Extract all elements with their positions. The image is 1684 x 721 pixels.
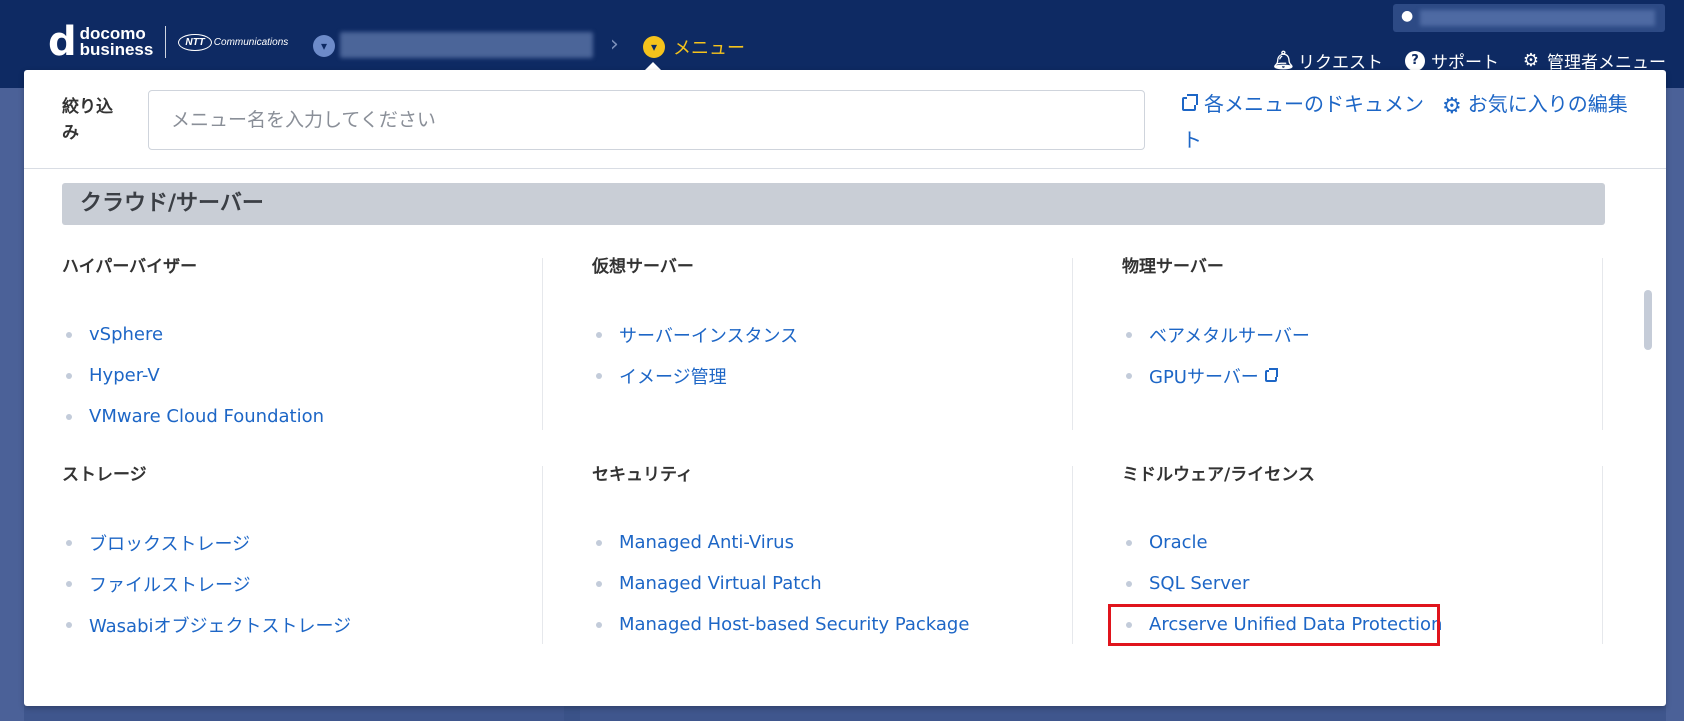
- bullet-icon: [596, 331, 602, 338]
- menu-item-wasabi-object-storage[interactable]: Wasabiオブジェクトストレージ: [62, 604, 542, 645]
- menu-item-arcserve-udp[interactable]: Arcserve Unified Data Protection: [1122, 604, 1602, 645]
- category-title: 仮想サーバー: [592, 257, 694, 277]
- category-items: ベアメタルサーバー GPUサーバー: [1122, 314, 1602, 396]
- bullet-icon: [66, 621, 72, 628]
- menu-search-input[interactable]: [148, 90, 1145, 150]
- logo-divider: [165, 26, 167, 58]
- edit-favorites-link[interactable]: ⚙ お気に入りの編集: [1442, 86, 1642, 125]
- column-divider: [1602, 258, 1603, 430]
- menu-item-gpu-server[interactable]: GPUサーバー: [1122, 355, 1602, 396]
- menu-toggle-button[interactable]: ▾ メニュー: [643, 34, 745, 60]
- bell-icon: 🔔︎: [1272, 49, 1295, 71]
- category-middleware-license: ミドルウェア/ライセンス Oracle SQL Server Arcserve …: [1122, 460, 1602, 645]
- column-divider: [1602, 466, 1603, 644]
- bullet-icon: [66, 372, 72, 379]
- question-circle-icon: ?: [1405, 50, 1425, 71]
- menu-item-image-management[interactable]: イメージ管理: [592, 355, 1072, 396]
- menu-item-managed-anti-virus[interactable]: Managed Anti-Virus: [592, 522, 1072, 563]
- panel-scrollbar[interactable]: [1644, 290, 1652, 350]
- bullet-icon: [596, 372, 602, 379]
- category-items: Managed Anti-Virus Managed Virtual Patch…: [592, 522, 1072, 645]
- menu-item-bare-metal-server[interactable]: ベアメタルサーバー: [1122, 314, 1602, 355]
- category-storage: ストレージ ブロックストレージ ファイルストレージ Wasabiオブジェクトスト…: [62, 460, 542, 645]
- bullet-icon: [596, 539, 602, 546]
- category-title: セキュリティ: [592, 465, 693, 485]
- menu-item-server-instance[interactable]: サーバーインスタンス: [592, 314, 1072, 355]
- bullet-icon: [1126, 539, 1132, 546]
- menu-item-oracle[interactable]: Oracle: [1122, 522, 1602, 563]
- category-title: ミドルウェア/ライセンス: [1122, 465, 1315, 485]
- category-items: ブロックストレージ ファイルストレージ Wasabiオブジェクトストレージ: [62, 522, 542, 645]
- menu-item-block-storage[interactable]: ブロックストレージ: [62, 522, 542, 563]
- bullet-icon: [1126, 372, 1132, 379]
- category-title: ストレージ: [62, 465, 147, 485]
- filter-row: 絞り込み 各メニューのドキュメント ⚙お気に入りの編集: [24, 70, 1666, 169]
- menu-item-sql-server[interactable]: SQL Server: [1122, 563, 1602, 604]
- category-items: vSphere Hyper-V VMware Cloud Foundation: [62, 314, 542, 437]
- menu-item-file-storage[interactable]: ファイルストレージ: [62, 563, 542, 604]
- bullet-icon: [66, 539, 72, 546]
- category-title: ハイパーバイザー: [62, 257, 198, 277]
- category-virtual-server: 仮想サーバー サーバーインスタンス イメージ管理: [592, 252, 1072, 396]
- docomo-business-logo[interactable]: d docomo business NTT Communications: [48, 22, 288, 62]
- background-card-strip: [24, 705, 564, 721]
- bullet-icon: [596, 621, 602, 628]
- background-card-strip: [580, 705, 1666, 721]
- chevron-down-icon[interactable]: ▾: [313, 35, 335, 57]
- logo-wordmark: docomo business: [79, 24, 154, 59]
- filter-label: 絞り込み: [62, 97, 113, 143]
- background-content-right: [1666, 88, 1684, 721]
- column-divider: [1072, 258, 1073, 430]
- gear-icon: ⚙: [1442, 94, 1462, 119]
- chevron-down-icon: ▾: [643, 36, 665, 58]
- breadcrumb-tenant-redacted[interactable]: [340, 32, 593, 58]
- bullet-icon: [66, 580, 72, 587]
- column-divider: [1072, 466, 1073, 644]
- external-link-icon: [1182, 93, 1198, 111]
- bullet-icon: [66, 331, 72, 338]
- menu-item-vsphere[interactable]: vSphere: [62, 314, 542, 355]
- user-icon: ●: [1401, 8, 1414, 24]
- ntt-oval-mark: NTT: [178, 33, 212, 51]
- section-heading-cloud-server: クラウド/サーバー: [62, 183, 1605, 225]
- menu-item-hyper-v[interactable]: Hyper-V: [62, 355, 542, 396]
- gear-icon: ⚙: [1522, 49, 1540, 71]
- category-hypervisor: ハイパーバイザー vSphere Hyper-V VMware Cloud Fo…: [62, 252, 542, 437]
- bullet-icon: [596, 580, 602, 587]
- category-items: Oracle SQL Server Arcserve Unified Data …: [1122, 522, 1602, 645]
- ntt-communications-logo: NTT Communications: [178, 33, 288, 51]
- menu-item-managed-virtual-patch[interactable]: Managed Virtual Patch: [592, 563, 1072, 604]
- breadcrumb-separator: ›: [610, 32, 619, 57]
- menu-label: メニュー: [673, 38, 745, 59]
- bullet-icon: [1126, 580, 1132, 587]
- category-security: セキュリティ Managed Anti-Virus Managed Virtua…: [592, 460, 1072, 645]
- column-divider: [542, 466, 543, 644]
- logo-d-mark: d: [48, 19, 77, 65]
- user-name-redacted: [1420, 10, 1655, 26]
- category-physical-server: 物理サーバー ベアメタルサーバー GPUサーバー: [1122, 252, 1602, 396]
- bullet-icon: [1126, 331, 1132, 338]
- menu-item-vmware-cloud-foundation[interactable]: VMware Cloud Foundation: [62, 396, 542, 437]
- bullet-icon: [66, 413, 72, 420]
- menu-documents-link[interactable]: 各メニューのドキュメント: [1182, 86, 1432, 158]
- menu-item-managed-host-based-security-package[interactable]: Managed Host-based Security Package: [592, 604, 1072, 645]
- external-link-icon: [1264, 367, 1278, 382]
- column-divider: [542, 258, 543, 430]
- category-title: 物理サーバー: [1122, 257, 1224, 277]
- background-content-left: [0, 88, 24, 721]
- dropdown-caret: [645, 62, 661, 70]
- bullet-icon: [1126, 621, 1132, 628]
- category-items: サーバーインスタンス イメージ管理: [592, 314, 1072, 396]
